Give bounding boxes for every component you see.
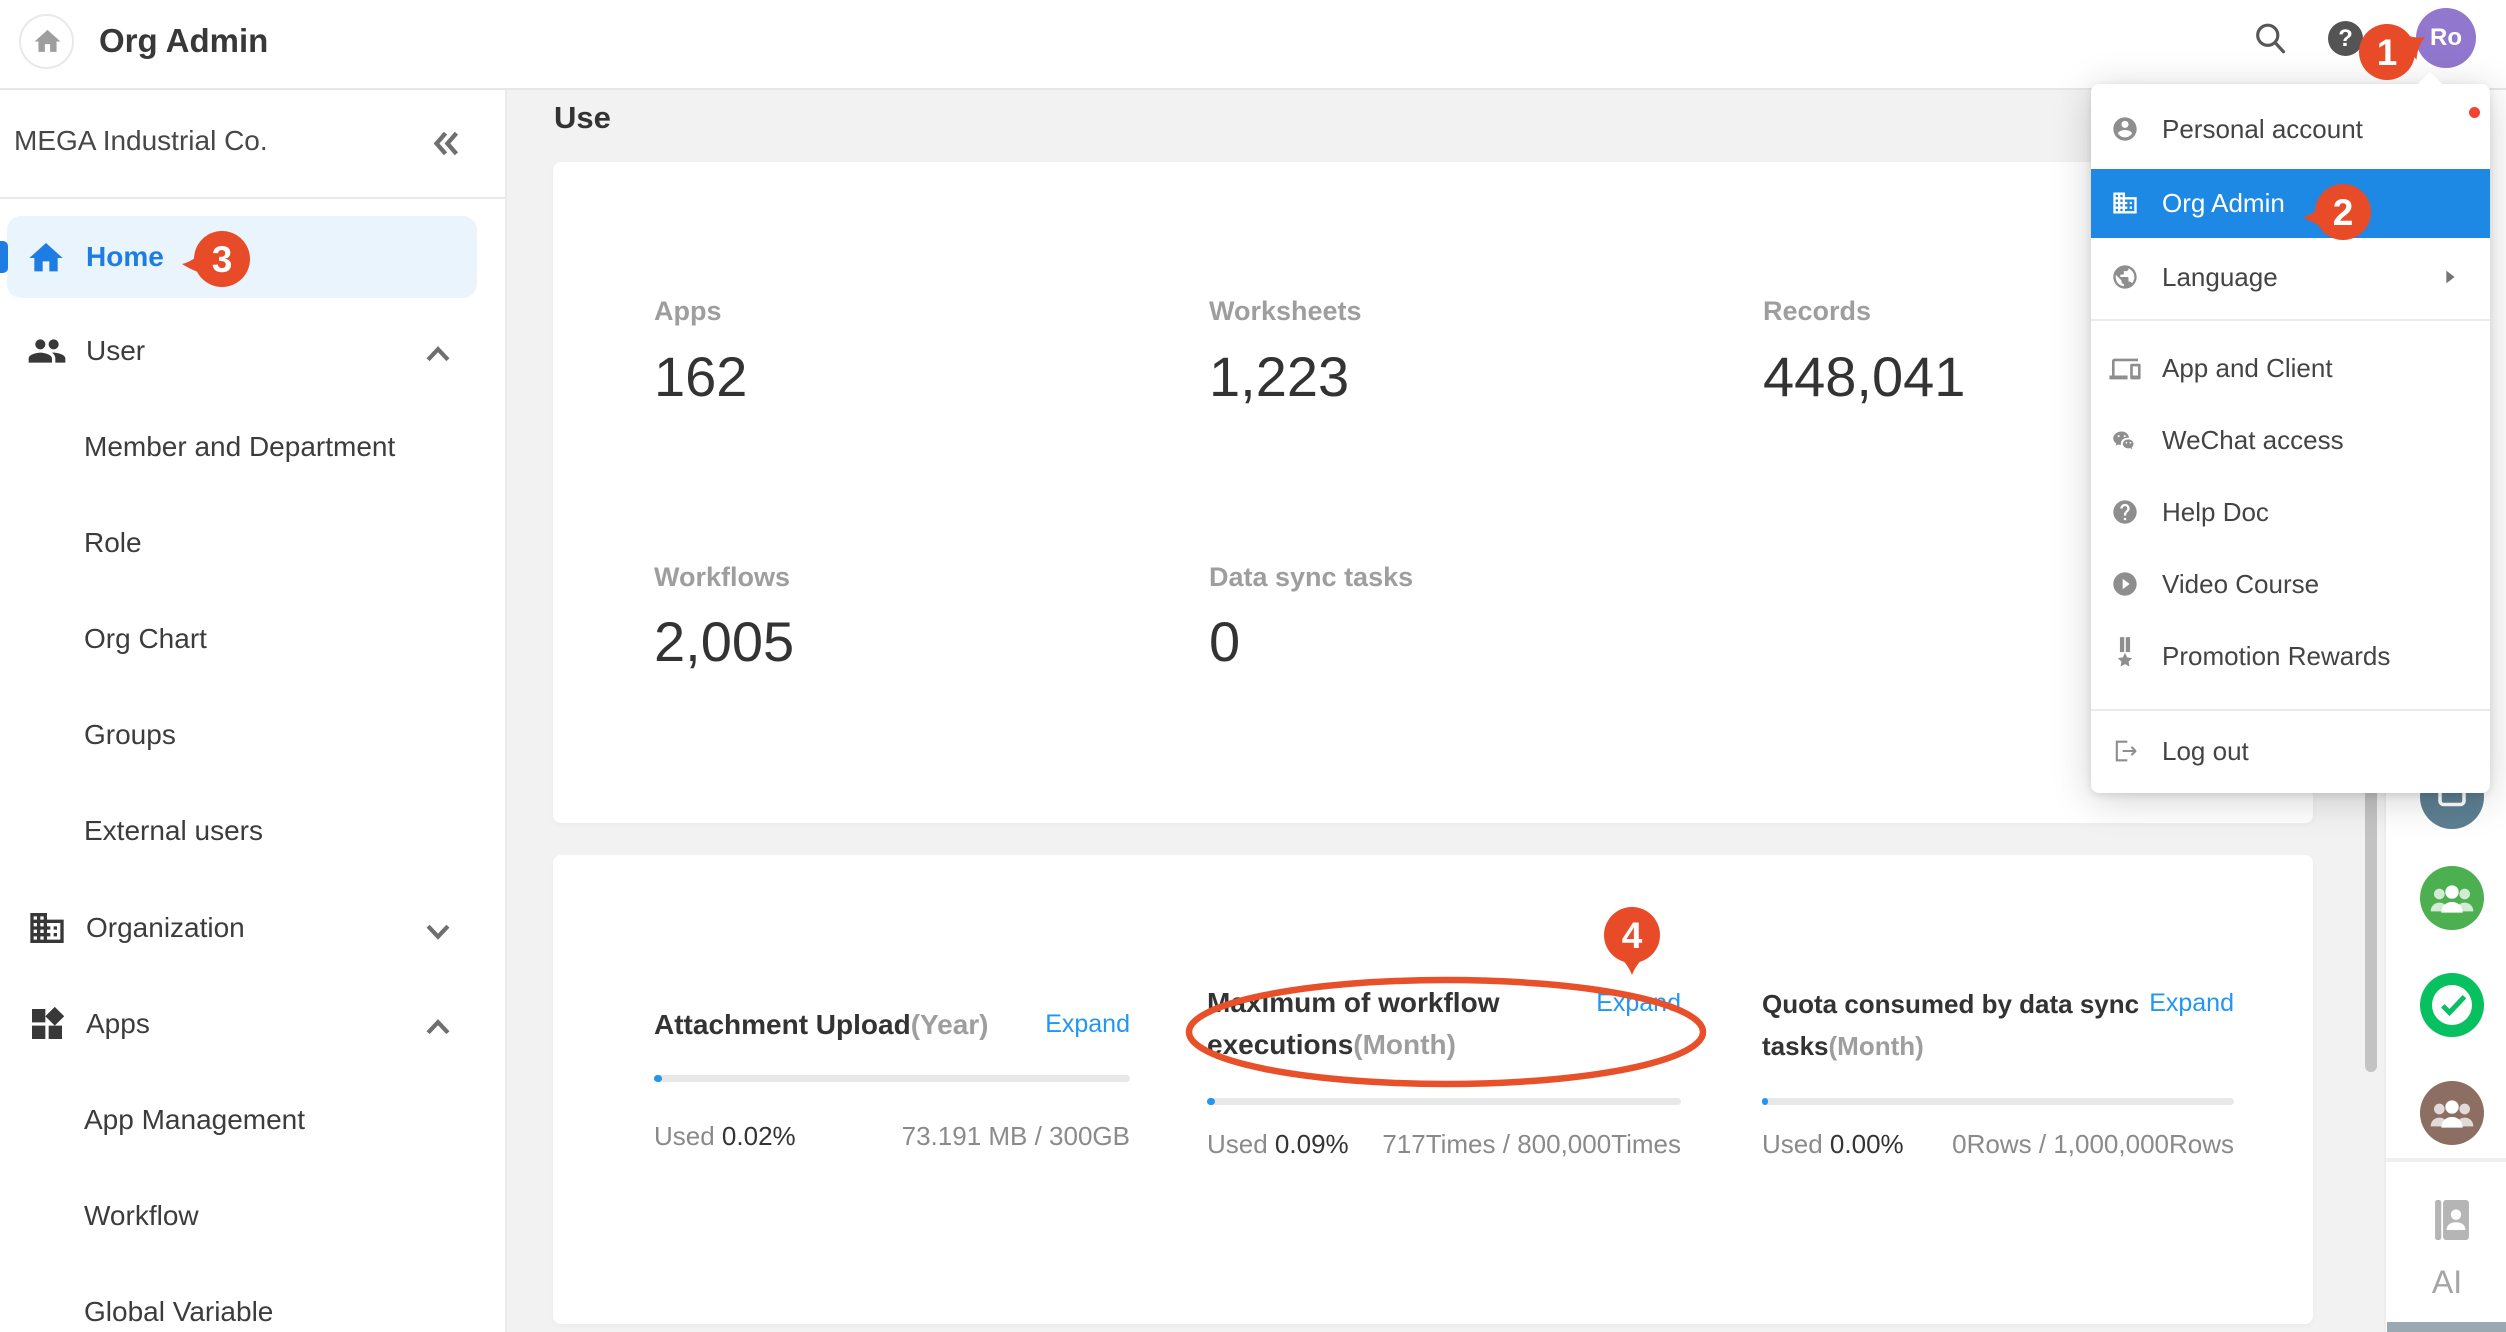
svg-text:2: 2 [2333, 192, 2354, 233]
svg-text:1: 1 [2377, 32, 2398, 73]
svg-text:4: 4 [1622, 915, 1643, 956]
svg-text:3: 3 [212, 239, 233, 280]
